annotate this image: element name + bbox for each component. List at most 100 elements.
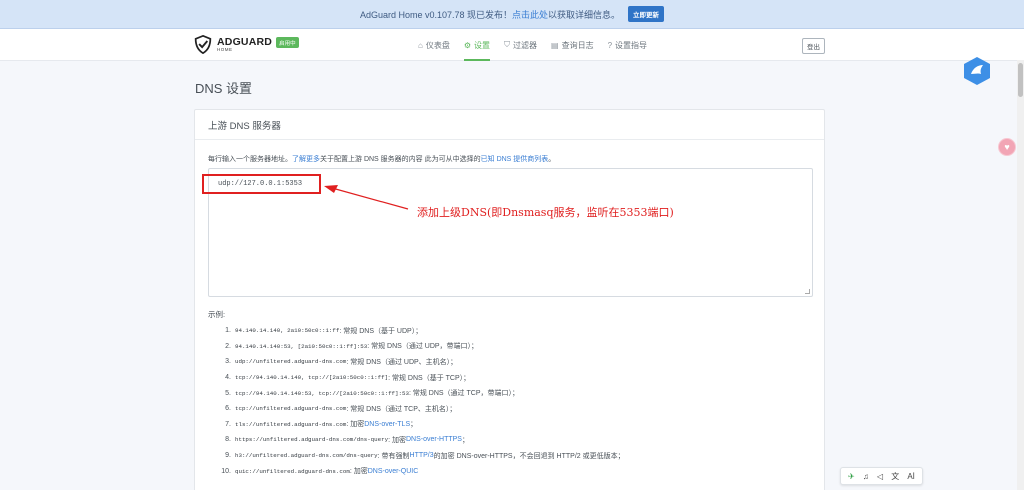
- logo-subtitle: HOME: [217, 47, 233, 52]
- side-assistant-icon[interactable]: ♥: [998, 138, 1016, 156]
- example-number: 3.: [225, 358, 231, 366]
- adguard-shield-icon: [194, 35, 212, 54]
- desc-text: 每行输入一个服务器地址。: [208, 156, 292, 163]
- example-code: tls://unfiltered.adguard-dns.com: [235, 420, 347, 428]
- scrollbar-thumb[interactable]: [1018, 63, 1023, 97]
- annotation-highlight-box: [202, 174, 321, 194]
- nav-filters[interactable]: ⛉ 过滤器: [504, 29, 537, 61]
- example-text: : 常规 DNS（通过 UDP，带端口）；: [367, 343, 479, 351]
- page-scrollbar[interactable]: [1017, 60, 1024, 490]
- extension-bird-icon[interactable]: [963, 56, 991, 86]
- document-icon: ▤: [551, 40, 559, 50]
- card-title: 上游 DNS 服务器: [195, 110, 824, 140]
- example-text-after: ；: [461, 436, 469, 444]
- nav-label: 查询日志: [561, 40, 594, 50]
- example-code: udp://unfiltered.adguard-dns.com: [235, 358, 347, 366]
- filter-icon: ⛉: [504, 40, 511, 49]
- example-link[interactable]: HTTP/3: [410, 452, 434, 459]
- toolbar-mic-icon[interactable]: ♫: [863, 472, 869, 481]
- example-text: : 常规 DNS（基于 TCP）；: [388, 374, 471, 382]
- nav-label: 设置: [474, 40, 491, 50]
- logo[interactable]: ADGUARD HOME 启用中: [194, 35, 299, 54]
- example-number: 1.: [225, 327, 231, 335]
- examples-label: 示例:: [208, 310, 226, 319]
- example-code: 94.140.14.140, 2a10:50c0::1:ff: [235, 327, 340, 335]
- dns-providers-link[interactable]: 已知 DNS 提供商列表: [481, 156, 549, 163]
- example-text: : 常规 DNS（通过 TCP，带端口）；: [408, 390, 519, 398]
- nav-label: 设置指导: [615, 40, 648, 50]
- update-now-button[interactable]: 立即更新: [628, 6, 665, 22]
- floating-toolbar: ✈ ♫ ◁ 文 Aİ: [840, 467, 923, 485]
- example-item: 10. quic://unfiltered.adguard-dns.com: 加密…: [208, 463, 818, 479]
- page-title: DNS 设置: [195, 81, 253, 96]
- nav-settings[interactable]: ⚙ 设置: [463, 29, 491, 61]
- example-text: : 加密: [388, 436, 406, 444]
- example-number: 10.: [221, 467, 231, 475]
- example-text-after: ；: [410, 421, 418, 429]
- example-item: 8. https://unfiltered.adguard-dns.com/dns…: [208, 432, 818, 448]
- logo-text: ADGUARD HOME: [217, 35, 273, 53]
- example-item: 1. 94.140.14.140, 2a10:50c0::1:ff: 常规 DNS…: [208, 323, 818, 339]
- nav-setup-guide[interactable]: ? 设置指导: [608, 29, 647, 61]
- example-code: tcp://94.140.14.140:53, tcp://[2a10:50c0…: [235, 389, 409, 397]
- example-item: 7. tls://unfiltered.adguard-dns.com: 加密 D…: [208, 417, 818, 433]
- example-number: 6.: [225, 405, 231, 413]
- example-item: 3. udp://unfiltered.adguard-dns.com: 常规 D…: [208, 354, 818, 370]
- desc-text: 。: [548, 156, 556, 163]
- toolbar-pin-icon[interactable]: ✈: [848, 472, 855, 481]
- examples-list: 1. 94.140.14.140, 2a10:50c0::1:ff: 常规 DNS…: [208, 323, 818, 479]
- learn-more-link[interactable]: 了解更多: [292, 156, 320, 163]
- example-code: 94.140.14.140:53, [2a10:50c0::1:ff]:53: [235, 342, 368, 350]
- example-text: : 带有强制: [377, 452, 410, 460]
- nav-label: 仪表盘: [425, 40, 450, 50]
- help-icon: ?: [607, 40, 613, 50]
- toolbar-translate-icon[interactable]: 文: [891, 471, 899, 482]
- example-item: 4. tcp://94.140.14.140, tcp://[2a10:50c0:…: [208, 370, 818, 386]
- nav-dashboard[interactable]: ⌂ 仪表盘: [418, 29, 450, 61]
- example-text: : 常规 DNS（基于 UDP）；: [339, 327, 423, 335]
- update-banner: AdGuard Home v0.107.78 现已发布！ 点击此处 以获取详细信…: [0, 0, 1024, 29]
- nav-query-log[interactable]: ▤ 查询日志: [551, 29, 594, 61]
- example-text: : 常规 DNS（通过 TCP、主机名）；: [346, 405, 457, 413]
- logo-title: ADGUARD: [217, 35, 273, 48]
- example-number: 5.: [225, 389, 231, 397]
- gear-icon: ⚙: [463, 40, 472, 50]
- navbar: ADGUARD HOME 启用中 ⌂ 仪表盘 ⚙ 设置 ⛉ 过滤器 ▤ 查询日志…: [0, 29, 1024, 61]
- toolbar-ai-icon[interactable]: Aİ: [907, 472, 915, 481]
- example-item: 2. 94.140.14.140:53, [2a10:50c0::1:ff]:53…: [208, 339, 818, 355]
- resize-handle[interactable]: [805, 289, 810, 294]
- main-nav: ⌂ 仪表盘 ⚙ 设置 ⛉ 过滤器 ▤ 查询日志 ? 设置指导: [418, 29, 661, 61]
- example-item: 5. tcp://94.140.14.140:53, tcp://[2a10:50…: [208, 385, 818, 401]
- card-description: 每行输入一个服务器地址。了解更多关于配置上游 DNS 服务器的内容 此为可从中选…: [208, 154, 555, 164]
- example-link[interactable]: DNS-over-QUIC: [368, 468, 419, 475]
- example-item: 9. h3://unfiltered.adguard-dns.com/dns-qu…: [208, 448, 818, 464]
- annotation-text: 添加上级DNS(即Dnsmasq服务，监听在5353端口): [417, 206, 674, 219]
- nav-label: 过滤器: [513, 40, 538, 50]
- status-badge: 启用中: [276, 37, 299, 48]
- desc-text: 关于配置上游 DNS 服务器的内容 此为可从中选择的: [320, 156, 481, 163]
- example-number: 4.: [225, 374, 231, 382]
- example-text-after: 的加密 DNS-over-HTTPS，不会回退到 HTTP/2 或更低版本；: [433, 452, 625, 460]
- example-number: 8.: [225, 436, 231, 444]
- home-icon: ⌂: [418, 40, 423, 50]
- logout-button[interactable]: 登出: [802, 38, 825, 54]
- example-code: quic://unfiltered.adguard-dns.com: [235, 467, 350, 475]
- example-code: https://unfiltered.adguard-dns.com/dns-q…: [235, 436, 389, 444]
- example-item: 6. tcp://unfiltered.adguard-dns.com: 常规 D…: [208, 401, 818, 417]
- example-code: tcp://94.140.14.140, tcp://[2a10:50c0::1…: [235, 374, 389, 382]
- example-number: 7.: [225, 420, 231, 428]
- example-link[interactable]: DNS-over-TLS: [364, 421, 410, 428]
- banner-link[interactable]: 点击此处: [512, 8, 548, 21]
- example-code: h3://unfiltered.adguard-dns.com/dns-quer…: [235, 452, 378, 460]
- toolbar-send-icon[interactable]: ◁: [877, 472, 883, 481]
- banner-suffix: 以获取详细信息。: [548, 9, 621, 20]
- example-text: : 加密: [346, 421, 365, 429]
- example-number: 2.: [225, 342, 231, 350]
- annotation-arrow-icon: [324, 185, 409, 210]
- example-code: tcp://unfiltered.adguard-dns.com: [235, 405, 347, 413]
- example-text: : 常规 DNS（通过 UDP、主机名）；: [346, 358, 458, 366]
- banner-text: AdGuard Home v0.107.78 现已发布！: [359, 9, 513, 20]
- example-number: 9.: [225, 452, 231, 460]
- example-link[interactable]: DNS-over-HTTPS: [406, 436, 462, 443]
- example-text: : 加密: [349, 468, 368, 476]
